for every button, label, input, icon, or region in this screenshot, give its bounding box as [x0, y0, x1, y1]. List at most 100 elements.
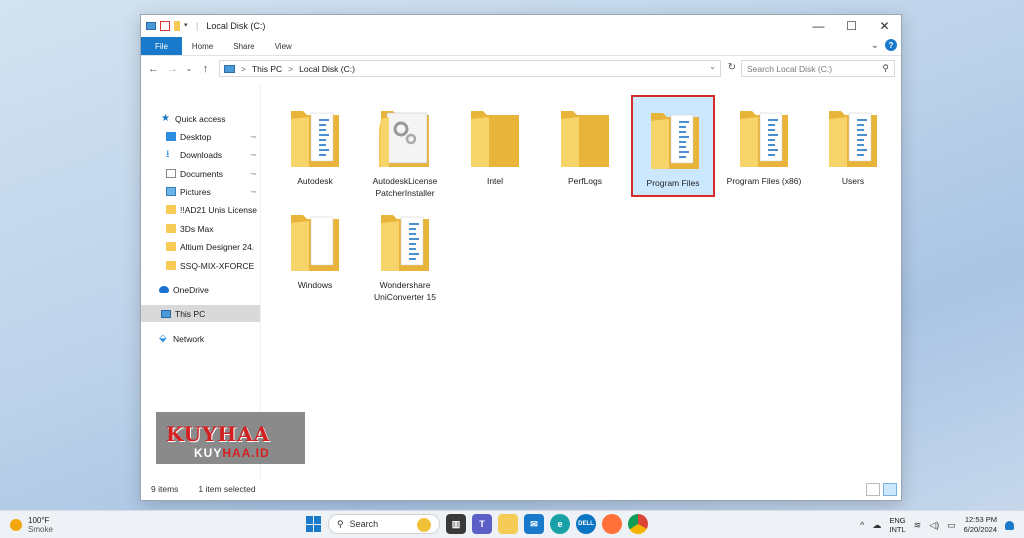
recent-locations-button[interactable]: ⌄ — [185, 64, 193, 73]
folder-label: Program Files — [646, 178, 700, 188]
maximize-button[interactable]: ☐ — [835, 15, 868, 37]
folder-tile[interactable]: Program Files (x86) — [722, 95, 806, 197]
sidebar-item[interactable]: SSQ-MIX-XFORCE — [141, 257, 260, 274]
tab-view[interactable]: View — [265, 37, 302, 55]
address-dropdown-icon[interactable]: ⌄ — [709, 62, 716, 71]
folder-icon — [651, 113, 699, 169]
search-input[interactable]: Search Local Disk (C:) ⚲ — [741, 60, 895, 77]
sidebar-item-label: 3Ds Max — [180, 223, 214, 234]
sidebar-item[interactable]: 3Ds Max — [141, 220, 260, 237]
expand-ribbon-icon[interactable]: ⌄ — [871, 40, 879, 51]
wifi-icon[interactable]: ≋ — [914, 520, 922, 531]
watermark-sub-a: KUY — [194, 446, 223, 460]
folder-label: AutodeskLicense PatcherInstaller — [372, 176, 438, 198]
breadcrumb-local-disk[interactable]: Local Disk (C:) — [299, 64, 355, 74]
files-icon[interactable]: ▥ — [446, 514, 466, 534]
details-view-button[interactable] — [866, 483, 880, 496]
sidebar-item[interactable]: ⭳ Downloads ⊸ — [141, 146, 260, 163]
tab-home[interactable]: Home — [182, 37, 223, 55]
volume-icon[interactable]: ◁) — [929, 520, 939, 531]
selection-count: 1 item selected — [198, 484, 256, 494]
folder-icon — [166, 261, 176, 270]
help-icon[interactable]: ? — [885, 39, 897, 51]
folder-tile[interactable]: Wondershare UniConverter 15 — [363, 199, 447, 302]
sidebar-item[interactable]: OneDrive — [141, 281, 260, 298]
pin-icon: ⊸ — [250, 170, 256, 178]
address-bar[interactable]: > This PC > Local Disk (C:) ⌄ ↻ — [219, 60, 736, 77]
sidebar-item-label: Altium Designer 24. — [180, 241, 255, 252]
folder-label: Intel — [486, 176, 504, 186]
forward-button[interactable]: → — [166, 63, 179, 75]
folder-icon — [561, 111, 609, 167]
tab-share[interactable]: Share — [223, 37, 264, 55]
watermark-logo: KUYHAA KUYHAA.ID — [156, 412, 305, 464]
folder-label: Users — [841, 176, 865, 186]
tab-file[interactable]: File — [141, 37, 182, 55]
sidebar-item[interactable]: !!AD21 Unis License — [141, 201, 260, 218]
clock[interactable]: 12:53 PM 6/20/2024 — [964, 515, 997, 535]
watermark-sub-b: HAA.ID — [222, 446, 270, 460]
cloud-icon[interactable]: ☁ — [872, 520, 881, 531]
weather-temp: 100°F — [28, 516, 50, 525]
folder-icon — [291, 215, 339, 271]
folder-icon — [740, 111, 788, 167]
firefox-icon[interactable] — [602, 514, 622, 534]
taskbar: 100°F Smoke ⚲ Search ▥ T ✉ e DELL ^ ☁ EN… — [0, 510, 1024, 538]
up-button[interactable]: ↑ — [199, 63, 212, 75]
taskbar-search-label: Search — [349, 519, 379, 529]
sidebar-item-label: Pictures — [180, 186, 211, 197]
folder-tile[interactable]: PerfLogs — [543, 95, 627, 197]
large-icons-view-button[interactable] — [883, 483, 897, 496]
taskbar-search[interactable]: ⚲ Search — [328, 514, 440, 534]
watermark-subtext: KUYHAA.ID — [194, 446, 270, 460]
sidebar-item[interactable]: Documents ⊸ — [141, 165, 260, 182]
weather-widget[interactable]: 100°F Smoke — [10, 516, 53, 534]
sidebar-item[interactable]: ⬙ Network — [141, 330, 260, 347]
start-button[interactable] — [306, 516, 322, 532]
folder-tile[interactable]: Windows — [273, 199, 357, 301]
sidebar-item[interactable]: Pictures ⊸ — [141, 183, 260, 200]
mail-icon[interactable]: ✉ — [524, 514, 544, 534]
clock-time: 12:53 PM — [964, 515, 997, 524]
properties-icon[interactable] — [160, 21, 170, 31]
star-icon: ★ — [161, 113, 170, 124]
teams-icon[interactable]: T — [472, 514, 492, 534]
customize-toolbar-icon[interactable]: ▾ — [184, 21, 194, 31]
files-icon[interactable] — [498, 514, 518, 534]
file-list: Autodesk AutodeskLicense PatcherInstaller… — [262, 83, 901, 480]
back-button[interactable]: ← — [147, 63, 160, 75]
show-hidden-icons-icon[interactable]: ^ — [860, 520, 864, 530]
window-title: Local Disk (C:) — [206, 21, 266, 31]
minimize-button[interactable]: — — [802, 15, 835, 37]
edge-icon[interactable]: e — [550, 514, 570, 534]
breadcrumb-this-pc[interactable]: This PC — [252, 64, 282, 74]
refresh-button[interactable]: ↻ — [728, 62, 736, 73]
dell-icon[interactable]: DELL — [576, 514, 596, 534]
search-highlight-icon — [417, 518, 431, 532]
notification-bell-icon[interactable] — [1005, 520, 1014, 530]
folder-icon — [166, 224, 176, 233]
battery-icon[interactable]: ▭ — [947, 520, 956, 531]
view-toggle — [866, 483, 897, 496]
new-folder-icon[interactable] — [174, 21, 180, 31]
sidebar-item[interactable]: Desktop ⊸ — [141, 128, 260, 145]
folder-tile[interactable]: AutodeskLicense PatcherInstaller — [363, 95, 447, 198]
folder-icon — [166, 205, 176, 214]
chrome-icon[interactable] — [628, 514, 648, 534]
this-pc-icon — [161, 309, 171, 318]
address-sep-icon: > — [288, 63, 294, 74]
sidebar-item[interactable]: Altium Designer 24. — [141, 238, 260, 255]
folder-tile[interactable]: Users — [811, 95, 895, 197]
folder-icon — [291, 111, 339, 167]
folder-tile[interactable]: Autodesk — [273, 95, 357, 197]
sidebar-item[interactable]: This PC — [141, 305, 260, 322]
language-indicator[interactable]: ENG INTL — [889, 516, 905, 534]
keyboard-layout-label: INTL — [889, 525, 906, 534]
sidebar-item[interactable]: ★ Quick access — [141, 110, 260, 127]
download-icon: ⭳ — [166, 149, 170, 160]
folder-tile[interactable]: Program Files — [631, 95, 715, 197]
folder-tile[interactable]: Intel — [453, 95, 537, 197]
weather-condition: Smoke — [28, 525, 53, 534]
close-button[interactable]: ✕ — [868, 15, 901, 37]
sidebar-item-label: This PC — [175, 308, 206, 319]
